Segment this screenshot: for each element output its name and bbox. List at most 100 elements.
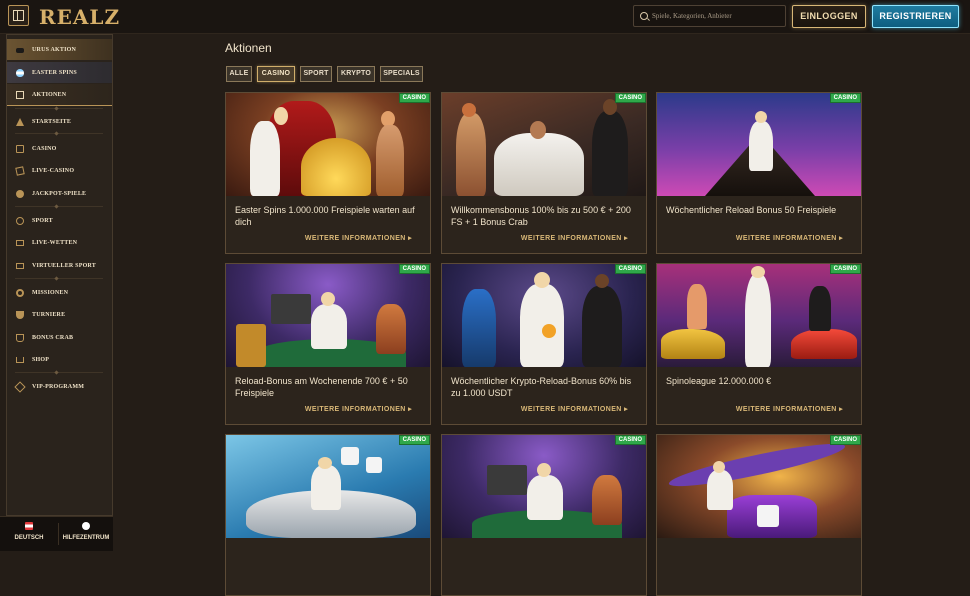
more-info-link[interactable]: WEITERE INFORMATIONEN [736, 234, 843, 242]
promo-card[interactable]: CASINO Reload-Bonus am Wochenende 700 € … [225, 263, 431, 425]
promo-image: CASINO [442, 264, 646, 367]
sidebar-item-vip-programm[interactable]: VIP-PROGRAMM [7, 376, 112, 397]
coins-icon [16, 189, 24, 198]
promo-title: Reload-Bonus am Wochenende 700 € + 50 Fr… [235, 376, 408, 398]
category-tag: CASINO [398, 93, 430, 103]
category-tag: CASINO [829, 264, 861, 274]
sidebar-item-label: CASINO [32, 145, 57, 152]
category-tag: CASINO [398, 435, 430, 445]
register-button[interactable]: REGISTRIEREN [872, 5, 959, 28]
sidebar-item-label: MISSIONEN [32, 289, 69, 296]
realz-logo[interactable]: REALZ [39, 5, 120, 29]
top-bar: REALZ EINLOGGEN REGISTRIEREN [0, 0, 970, 34]
crab-icon [16, 333, 24, 342]
sidebar-item-casino[interactable]: CASINO [7, 138, 112, 159]
promo-image: CASINO [226, 264, 430, 367]
sidebar-item-label: LIVE-CASINO [32, 167, 75, 174]
easter-egg-icon [16, 68, 24, 77]
slot-machine-icon [16, 144, 24, 153]
sidebar-item-live-wetten[interactable]: LIVE-WETTEN [7, 232, 112, 253]
category-tag: CASINO [614, 435, 646, 445]
help-center-link[interactable]: HILFEZENTRUM [59, 520, 113, 548]
sidebar-item-sport[interactable]: SPORT [7, 210, 112, 231]
search-input[interactable] [652, 8, 782, 24]
promo-image: CASINO [657, 93, 861, 196]
filter-tab-alle[interactable]: ALLE [226, 66, 252, 82]
category-tag: CASINO [614, 264, 646, 274]
page-title: Aktionen [225, 41, 272, 55]
promo-card[interactable]: CASINO Wöchentlicher Reload Bonus 50 Fre… [656, 92, 862, 254]
promo-title: Wöchentlicher Krypto-Reload-Bonus 60% bi… [451, 376, 632, 398]
filter-tab-specials[interactable]: SPECIALS [380, 66, 423, 82]
sidebar-toggle-icon [13, 10, 24, 21]
sidebar-item-turniere[interactable]: TURNIERE [7, 304, 112, 325]
help-label: HILFEZENTRUM [62, 535, 110, 541]
sidebar-divider [15, 206, 103, 207]
filter-tab-casino[interactable]: CASINO [257, 66, 295, 82]
sidebar-item-label: URUS AKTION [32, 46, 77, 53]
sidebar-item-label: STARTSEITE [32, 118, 72, 125]
more-info-link[interactable]: WEITERE INFORMATIONEN [521, 405, 628, 413]
category-tag: CASINO [829, 435, 861, 445]
sidebar-item-label: JACKPOT-SPIELE [32, 190, 87, 197]
sidebar-item-shop[interactable]: SHOP [7, 349, 112, 370]
category-tag: CASINO [398, 264, 430, 274]
sidebar-item-label: LIVE-WETTEN [32, 239, 78, 246]
austria-flag-icon [25, 522, 33, 530]
more-info-link[interactable]: WEITERE INFORMATIONEN [305, 234, 412, 242]
trophy-icon [16, 310, 24, 319]
sidebar-item-easter-spins[interactable]: EASTER SPINS [7, 62, 112, 83]
sidebar: URUS AKTION EASTER SPINS AKTIONEN STARTS… [6, 34, 113, 516]
sidebar-item-bonus-crab[interactable]: BONUS CRAB [7, 327, 112, 348]
language-label: DEUTSCH [14, 535, 44, 541]
promo-image: CASINO [226, 93, 430, 196]
promo-card[interactable]: CASINO Wöchentlicher Krypto-Reload-Bonus… [441, 263, 647, 425]
sidebar-item-aktionen[interactable]: AKTIONEN [7, 84, 112, 106]
login-button[interactable]: EINLOGGEN [792, 5, 866, 28]
sidebar-item-missionen[interactable]: MISSIONEN [7, 282, 112, 303]
sidebar-divider [15, 133, 103, 134]
promo-title: Easter Spins 1.000.000 Freispiele warten… [235, 205, 415, 227]
sidebar-footer: DEUTSCH HILFEZENTRUM [0, 516, 113, 551]
search-icon [640, 12, 648, 20]
promo-card[interactable]: CASINO [441, 434, 647, 596]
promo-title: Spinoleague 12.000.000 € [666, 376, 772, 386]
sidebar-toggle-button[interactable] [8, 5, 29, 26]
sidebar-item-jackpot-spiele[interactable]: JACKPOT-SPIELE [7, 183, 112, 204]
category-tag: CASINO [829, 93, 861, 103]
sidebar-item-startseite[interactable]: STARTSEITE [7, 111, 112, 132]
sidebar-item-label: BONUS CRAB [32, 334, 74, 341]
sidebar-item-label: AKTIONEN [32, 91, 67, 98]
sidebar-item-virtueller-sport[interactable]: VIRTUELLER SPORT [7, 255, 112, 276]
search-box[interactable] [633, 5, 786, 27]
more-info-link[interactable]: WEITERE INFORMATIONEN [305, 405, 412, 413]
promo-card[interactable]: CASINO Easter Spins 1.000.000 Freispiele… [225, 92, 431, 254]
cards-icon [15, 165, 25, 176]
language-selector[interactable]: DEUTSCH [0, 520, 58, 548]
promo-image: CASINO [442, 93, 646, 196]
sidebar-divider [15, 372, 103, 373]
sidebar-item-live-casino[interactable]: LIVE-CASINO [7, 160, 112, 181]
pyramid-icon [16, 117, 24, 126]
tv-icon [16, 239, 24, 246]
cart-icon [16, 356, 24, 363]
promo-image: CASINO [226, 435, 430, 538]
sidebar-divider [15, 278, 103, 279]
sidebar-item-label: SHOP [32, 356, 50, 363]
sidebar-item-label: EASTER SPINS [32, 69, 77, 76]
filter-tab-sport[interactable]: SPORT [300, 66, 332, 82]
sidebar-item-label: SPORT [32, 217, 53, 224]
promo-card[interactable]: CASINO Spinoleague 12.000.000 € WEITERE … [656, 263, 862, 425]
promo-card[interactable]: CASINO [656, 434, 862, 596]
sidebar-item-urus-aktion[interactable]: URUS AKTION [7, 39, 112, 60]
filter-tab-krypto[interactable]: KRYPTO [337, 66, 375, 82]
promo-card[interactable]: CASINO Willkommensbonus 100% bis zu 500 … [441, 92, 647, 254]
target-icon [16, 288, 24, 297]
promo-card[interactable]: CASINO [225, 434, 431, 596]
promo-title: Wöchentlicher Reload Bonus 50 Freispiele [666, 205, 837, 215]
more-info-link[interactable]: WEITERE INFORMATIONEN [736, 405, 843, 413]
monitor-icon [16, 262, 24, 269]
gift-icon [16, 90, 24, 99]
diamond-icon [14, 380, 26, 393]
more-info-link[interactable]: WEITERE INFORMATIONEN [521, 234, 628, 242]
